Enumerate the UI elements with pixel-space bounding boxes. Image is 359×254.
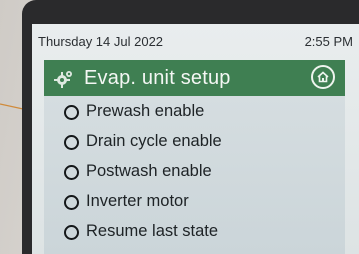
menu-item-label: Resume last state [86,222,219,240]
display-screen: Thursday 14 Jul 2022 2:55 PM Evap. unit … [32,24,359,254]
menu-item-resume-last-state[interactable]: Resume last state [44,218,345,248]
menu-item-inverter-motor[interactable]: Inverter motor [44,188,345,218]
menu-item-label: Inverter motor [86,192,189,210]
menu-item-label: Postwash enable [86,162,212,180]
menu-item-prewash-enable[interactable]: Prewash enable [44,98,345,128]
menu-item-label: Prewash enable [86,102,205,120]
title-bar: Evap. unit setup [44,60,345,96]
page-title: Evap. unit setup [84,67,231,89]
radio-button[interactable] [64,165,79,180]
radio-button[interactable] [64,195,79,210]
gear-icon[interactable] [54,69,74,89]
radio-button[interactable] [64,105,79,120]
menu-item-drain-cycle-enable[interactable]: Drain cycle enable [44,128,345,158]
menu-item-label: Drain cycle enable [86,132,222,150]
status-bar: Thursday 14 Jul 2022 2:55 PM [32,24,359,56]
radio-button[interactable] [64,225,79,240]
status-time: 2:55 PM [304,34,353,49]
menu-item-postwash-enable[interactable]: Postwash enable [44,158,345,188]
radio-button[interactable] [64,135,79,150]
settings-menu-list: Prewash enable Drain cycle enable Postwa… [44,96,345,254]
home-icon[interactable] [311,65,335,89]
status-date: Thursday 14 Jul 2022 [38,34,164,49]
